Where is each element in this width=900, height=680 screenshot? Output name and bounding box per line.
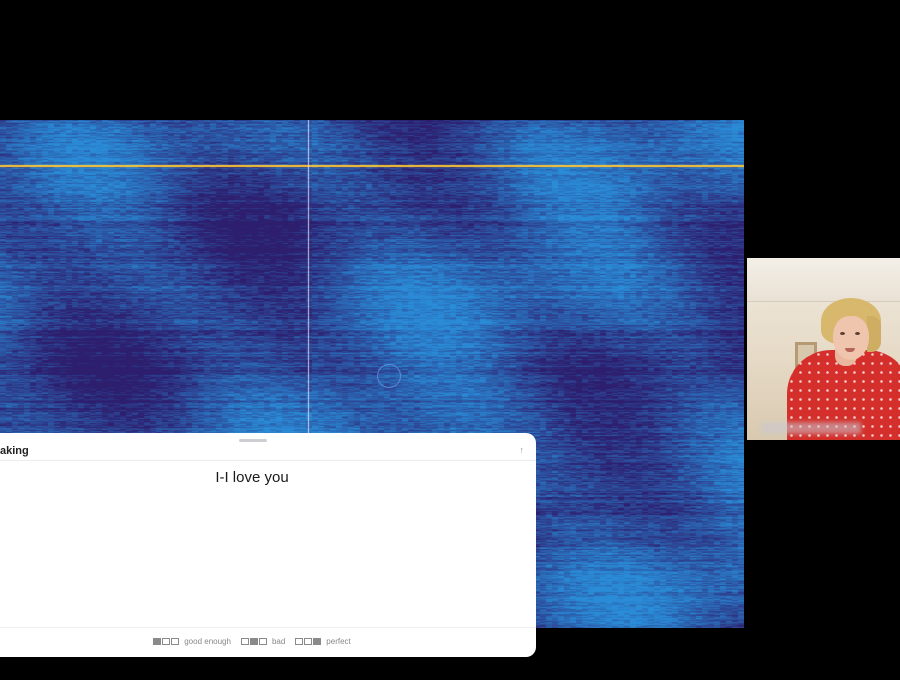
rating-box (162, 638, 171, 645)
rating-label: bad (271, 637, 286, 646)
participant-name-blurred (761, 422, 861, 434)
rating-box (295, 638, 304, 645)
rating-option[interactable]: bad (240, 637, 286, 646)
rating-box (171, 638, 180, 645)
participant-eye-right (855, 332, 860, 335)
rating-box (313, 638, 322, 645)
rating-boxes-icon (153, 638, 180, 645)
rating-box (249, 638, 258, 645)
participant-hair-side (867, 316, 881, 352)
rating-label: perfect (326, 637, 351, 646)
rating-box (240, 638, 249, 645)
panel-header: aking ↑ (0, 433, 536, 461)
transcript-text: I-I love you (215, 469, 289, 486)
rating-box (258, 638, 267, 645)
rating-label: good enough (184, 637, 231, 646)
participant-eye-left (840, 332, 845, 335)
arrow-up-icon[interactable]: ↑ (520, 445, 525, 455)
transcription-panel: aking ↑ I-I love you good enough bad perfe… (0, 433, 536, 657)
rating-box (304, 638, 313, 645)
panel-divider (0, 627, 536, 628)
rating-option[interactable]: good enough (153, 637, 231, 646)
rating-options: good enough bad perfect (0, 637, 504, 646)
rating-boxes-icon (240, 638, 267, 645)
rating-box (153, 638, 162, 645)
participant-face (833, 316, 869, 360)
rating-boxes-icon (295, 638, 322, 645)
video-ceiling (747, 258, 900, 302)
video-tile-participant[interactable] (747, 258, 900, 440)
cursor-ring-icon (377, 364, 401, 388)
panel-title: aking (0, 445, 29, 457)
rating-option[interactable]: perfect (295, 637, 351, 646)
